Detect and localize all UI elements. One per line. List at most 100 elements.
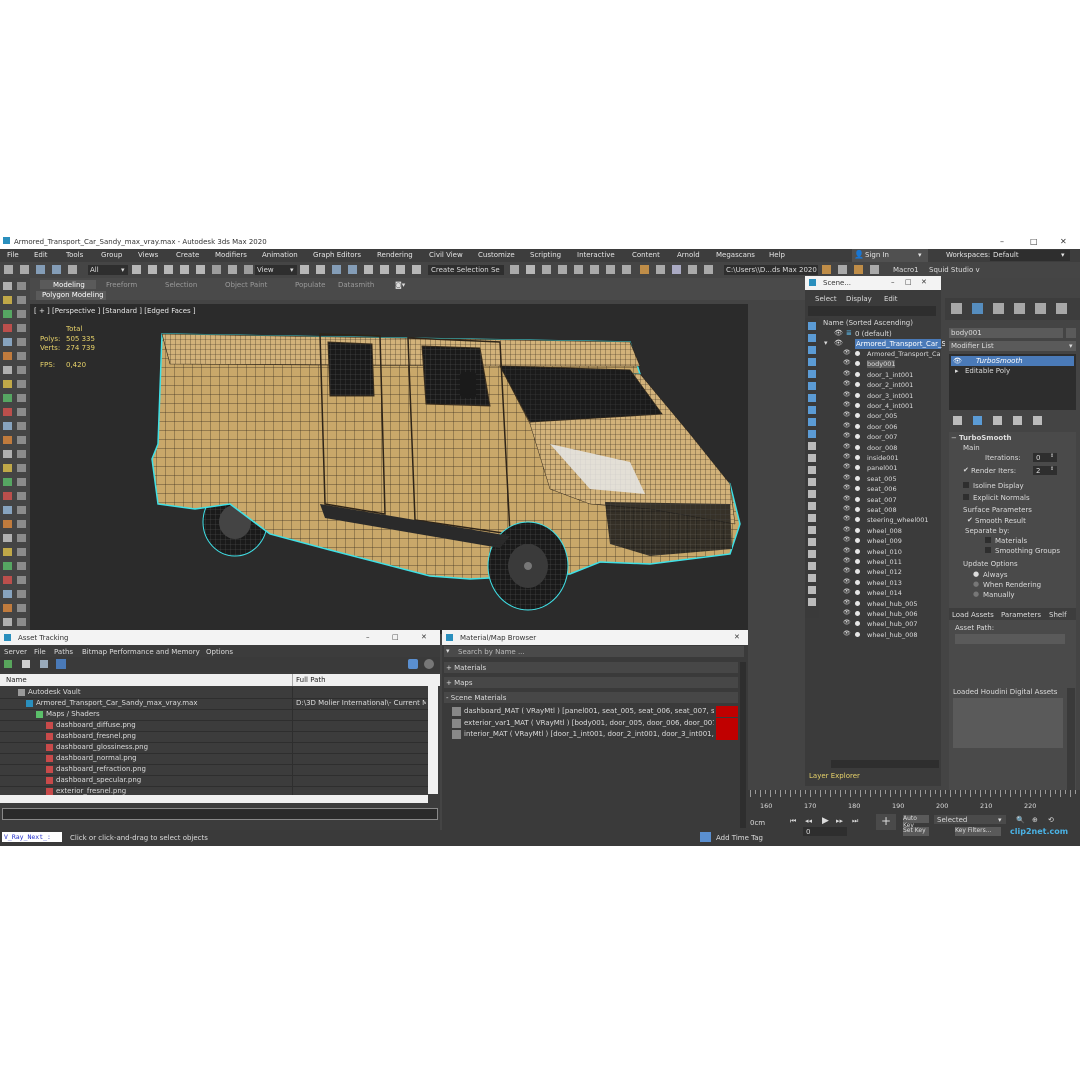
tab-populate[interactable]: Populate bbox=[295, 281, 325, 289]
toolbar-tool-icon[interactable] bbox=[558, 265, 567, 274]
list-icon[interactable] bbox=[22, 660, 30, 668]
explicit-normals-checkbox[interactable] bbox=[963, 494, 969, 500]
eye-icon[interactable]: 👁 bbox=[843, 630, 851, 637]
ref-coord-dropdown[interactable]: View ▾ bbox=[255, 265, 297, 275]
left-tool-icon[interactable] bbox=[17, 310, 26, 318]
left-tool-icon[interactable] bbox=[17, 618, 26, 626]
toolbar-tool-icon[interactable] bbox=[672, 265, 681, 274]
toolbar-tool-icon[interactable] bbox=[542, 265, 551, 274]
left-tool-icon[interactable] bbox=[17, 562, 26, 570]
scene-filter-icon[interactable] bbox=[808, 478, 816, 486]
scene-root-row[interactable]: 👁 ≣ 0 (default) bbox=[829, 329, 941, 339]
toolbar-tool-icon[interactable] bbox=[510, 265, 519, 274]
scene-filter-icon[interactable] bbox=[808, 346, 816, 354]
scene-item-row[interactable]: 👁 door_006 bbox=[843, 422, 941, 432]
scene-item-row[interactable]: 👁 panel001 bbox=[843, 463, 941, 473]
macro-label[interactable]: Macro1 bbox=[893, 266, 919, 274]
toolbar-tool-icon[interactable] bbox=[36, 265, 45, 274]
minimize-button[interactable]: – bbox=[891, 278, 895, 286]
scene-item-row[interactable]: 👁 door_3_int001 bbox=[843, 391, 941, 401]
scene-menu-edit[interactable]: Edit bbox=[884, 295, 898, 303]
asset-menu-options[interactable]: Options bbox=[206, 648, 233, 656]
left-tool-icon[interactable] bbox=[3, 422, 12, 430]
eye-icon[interactable]: 👁 bbox=[843, 578, 851, 585]
toolbar-tool-icon[interactable] bbox=[244, 265, 253, 274]
eye-icon[interactable]: 👁 bbox=[843, 422, 851, 429]
spinner-arrows-icon[interactable]: ⇕ bbox=[1050, 453, 1054, 459]
toolbar-tool-icon[interactable] bbox=[606, 265, 615, 274]
render-iters-checkbox[interactable]: ✔ bbox=[963, 466, 969, 474]
selection-filter-dropdown[interactable]: All ▾ bbox=[88, 265, 128, 275]
scene-item-row[interactable]: 👁 wheel_hub_007 bbox=[843, 619, 941, 629]
scene-item-row[interactable]: 👁 wheel_012 bbox=[843, 567, 941, 577]
left-tool-icon[interactable] bbox=[17, 324, 26, 332]
materials-checkbox[interactable] bbox=[985, 537, 991, 543]
eye-icon[interactable]: 👁 bbox=[834, 329, 843, 337]
menu-help[interactable]: Help bbox=[769, 251, 785, 259]
close-button[interactable]: ✕ bbox=[421, 633, 427, 641]
asset-menu-server[interactable]: Server bbox=[4, 648, 27, 656]
left-tool-icon[interactable] bbox=[3, 338, 12, 346]
perspective-viewport[interactable]: [ + ] [Perspective ] [Standard ] [Edged … bbox=[30, 304, 748, 634]
toolbar-tool-icon[interactable] bbox=[590, 265, 599, 274]
scene-scrollbar[interactable] bbox=[831, 760, 939, 768]
spinner-arrows-icon[interactable]: ⇕ bbox=[1050, 466, 1054, 472]
scene-item-row[interactable]: 👁 seat_007 bbox=[843, 495, 941, 505]
smooth-result-checkbox[interactable]: ✔ bbox=[967, 516, 973, 524]
toolbar-tool-icon[interactable] bbox=[838, 265, 847, 274]
material-scrollbar[interactable] bbox=[740, 662, 746, 828]
orbit-icon[interactable]: ⟲ bbox=[1048, 816, 1054, 824]
menu-modifiers[interactable]: Modifiers bbox=[215, 251, 247, 259]
toolbar-tool-icon[interactable] bbox=[332, 265, 341, 274]
selected-dropdown[interactable]: Selected ▾ bbox=[934, 815, 1006, 824]
isoline-checkbox[interactable] bbox=[963, 482, 969, 488]
timeline-ruler[interactable]: 160 170 180 190 200 210 220 bbox=[748, 790, 1080, 814]
tab-object-paint[interactable]: Object Paint bbox=[225, 281, 267, 289]
toolbar-tool-icon[interactable] bbox=[396, 265, 405, 274]
scene-filter-icon[interactable] bbox=[808, 550, 816, 558]
scene-item-row[interactable]: 👁 wheel_hub_006 bbox=[843, 609, 941, 619]
toolbar-tool-icon[interactable] bbox=[822, 265, 831, 274]
goto-start-icon[interactable]: ⏮ bbox=[790, 817, 796, 826]
add-time-tag-label[interactable]: Add Time Tag bbox=[716, 834, 763, 842]
toolbar-tool-icon[interactable] bbox=[526, 265, 535, 274]
scene-item-row[interactable]: 👁 seat_008 bbox=[843, 505, 941, 515]
toolbar-tool-icon[interactable] bbox=[52, 265, 61, 274]
scene-item-row[interactable]: 👁 wheel_hub_005 bbox=[843, 599, 941, 609]
scene-filter-icon[interactable] bbox=[808, 490, 816, 498]
toolbar-tool-icon[interactable] bbox=[380, 265, 389, 274]
layer-explorer-label[interactable]: Layer Explorer bbox=[809, 772, 860, 780]
eye-icon[interactable]: 👁 bbox=[843, 619, 851, 626]
asset-scrollbar-v[interactable] bbox=[428, 686, 438, 794]
tab-datasmith[interactable]: Datasmith bbox=[338, 281, 374, 289]
eye-icon[interactable]: 👁 bbox=[843, 359, 851, 366]
tab-selection[interactable]: Selection bbox=[165, 281, 197, 289]
toolbar-tool-icon[interactable] bbox=[164, 265, 173, 274]
current-frame-spinner[interactable]: 0 bbox=[803, 827, 847, 836]
toolbar-tool-icon[interactable] bbox=[656, 265, 665, 274]
left-tool-icon[interactable] bbox=[3, 562, 12, 570]
toolbar-tool-icon[interactable] bbox=[412, 265, 421, 274]
eye-icon[interactable]: 👁 bbox=[843, 391, 851, 398]
toolbar-tool-icon[interactable] bbox=[132, 265, 141, 274]
eye-icon[interactable]: 👁 bbox=[843, 432, 851, 439]
left-tool-icon[interactable] bbox=[17, 338, 26, 346]
eye-icon[interactable]: 👁 bbox=[843, 557, 851, 564]
menu-megascans[interactable]: Megascans bbox=[716, 251, 755, 259]
eye-icon[interactable]: 👁 bbox=[843, 536, 851, 543]
scene-menu-display[interactable]: Display bbox=[846, 295, 872, 303]
asset-menu-file[interactable]: File bbox=[34, 648, 46, 656]
search-icon[interactable]: 🔍 bbox=[1016, 816, 1025, 824]
help-icon[interactable] bbox=[408, 659, 418, 669]
tab-parameters[interactable]: Parameters bbox=[1001, 611, 1041, 619]
toolbar-tool-icon[interactable] bbox=[574, 265, 583, 274]
scene-item-row[interactable]: 👁 Armored_Transport_Ca bbox=[843, 349, 941, 359]
pin-stack-icon[interactable] bbox=[953, 416, 962, 425]
scene-filter-icon[interactable] bbox=[808, 466, 816, 474]
eye-icon[interactable]: 👁 bbox=[843, 380, 851, 387]
project-path-field[interactable]: C:\Users\\D...ds Max 2020 bbox=[724, 265, 818, 275]
scene-item-row[interactable]: 👁 wheel_010 bbox=[843, 547, 941, 557]
left-tool-icon[interactable] bbox=[3, 590, 12, 598]
modifier-turbosmooth[interactable]: 👁 TurboSmooth bbox=[951, 356, 1074, 366]
scene-filter-icon[interactable] bbox=[808, 358, 816, 366]
